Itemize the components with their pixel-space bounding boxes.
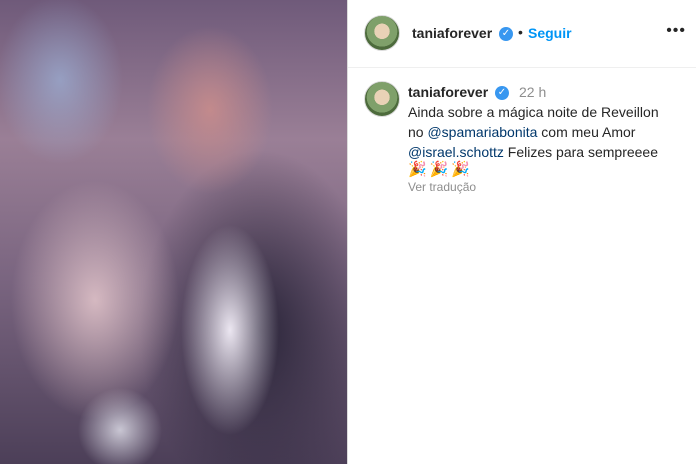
separator-dot: • bbox=[518, 24, 523, 40]
see-translation-link[interactable]: Ver tradução bbox=[408, 180, 476, 194]
caption: Ainda sobre a mágica noite de Reveillon … bbox=[408, 102, 678, 162]
caption-line3-suffix: Felizes para sempreeee bbox=[503, 144, 658, 160]
mention-link[interactable]: @israel.schottz bbox=[408, 144, 504, 160]
post-time[interactable]: 22 h bbox=[519, 84, 546, 100]
comment-avatar[interactable] bbox=[364, 81, 400, 117]
follow-button[interactable]: Seguir bbox=[528, 25, 572, 41]
caption-line2-suffix: com meu Amor bbox=[537, 124, 636, 140]
comment-username[interactable]: taniaforever bbox=[408, 84, 488, 100]
caption-line2-prefix: no bbox=[408, 124, 428, 140]
post-panel: taniaforever ✓ • Seguir ••• taniaforever… bbox=[348, 0, 696, 464]
verified-badge-icon: ✓ bbox=[495, 86, 509, 100]
mention-link[interactable]: @spamariabonita bbox=[427, 124, 537, 140]
post-header: taniaforever ✓ • Seguir ••• bbox=[348, 0, 696, 68]
header-username[interactable]: taniaforever bbox=[412, 25, 492, 41]
caption-line1: Ainda sobre a mágica noite de Reveillon bbox=[408, 104, 659, 120]
post-photo[interactable] bbox=[0, 0, 347, 464]
more-options-icon[interactable]: ••• bbox=[666, 22, 686, 40]
verified-badge-icon: ✓ bbox=[499, 27, 513, 41]
party-emoji-icons: 🎉🎉🎉 bbox=[408, 161, 474, 178]
avatar[interactable] bbox=[364, 15, 400, 51]
